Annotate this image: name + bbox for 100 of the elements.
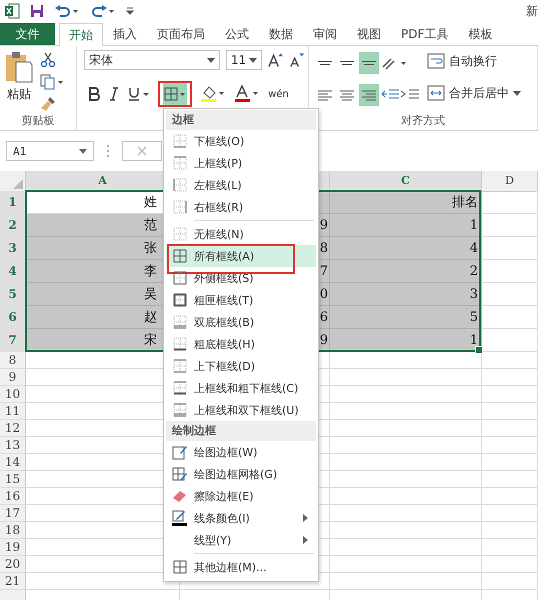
row-header[interactable]: 12 (0, 420, 26, 437)
border-icon (173, 403, 187, 417)
paintbrush-icon[interactable] (40, 96, 56, 112)
wrap-text-button[interactable]: 自动换行 (427, 50, 522, 72)
caret-icon[interactable] (79, 148, 87, 154)
caret-icon[interactable] (249, 58, 258, 62)
border-icon (173, 381, 187, 395)
ribbon-tab[interactable]: 开始 (59, 23, 103, 46)
window-title: 新 (526, 2, 538, 20)
table-cell (482, 454, 538, 471)
border-icon (173, 560, 187, 574)
ribbon-tab[interactable]: 插入 (103, 23, 147, 45)
row-header[interactable]: 11 (0, 403, 26, 420)
menu-item[interactable]: 其他边框(M)... (166, 556, 316, 578)
row-header[interactable]: 2 (0, 214, 26, 237)
merge-center-button[interactable]: 合并后居中 (427, 82, 522, 104)
row-header[interactable]: 3 (0, 237, 26, 260)
ribbon-tab[interactable]: 视图 (347, 23, 391, 45)
triangle-icon (13, 179, 23, 189)
align-center-icon (339, 90, 356, 100)
phonetic-guide-button[interactable]: wén (268, 88, 289, 100)
row-header[interactable]: 13 (0, 437, 26, 454)
font-name-dropdown[interactable]: 宋体 (84, 50, 220, 70)
caret-icon[interactable] (206, 58, 215, 62)
copy-icon[interactable] (40, 74, 64, 90)
italic-icon[interactable] (108, 87, 120, 101)
table-cell (482, 403, 538, 420)
menu-item[interactable]: 线条颜色(I) (166, 507, 316, 529)
ribbon-tab[interactable]: 数据 (259, 23, 303, 45)
border-icon (173, 271, 187, 285)
row-header[interactable]: 8 (0, 352, 26, 369)
table-cell (482, 306, 538, 329)
border-icon (173, 359, 187, 373)
column-header[interactable]: C (330, 171, 482, 192)
table-cell: 1 (330, 214, 482, 237)
align-bottom-button[interactable] (359, 52, 380, 74)
row-header[interactable]: 1 (0, 191, 26, 214)
fill-color-icon[interactable] (200, 85, 226, 103)
eraser-icon (172, 489, 188, 503)
customize-toolbar-icon[interactable] (126, 6, 134, 16)
ribbon-tab[interactable]: 模板 (458, 23, 502, 45)
row-header[interactable]: 6 (0, 306, 26, 329)
align-right-button[interactable] (359, 84, 380, 106)
row-header[interactable]: 16 (0, 488, 26, 505)
ribbon-tab[interactable]: 公式 (215, 23, 259, 45)
ribbon-tab[interactable]: 审阅 (303, 23, 347, 45)
row-header[interactable]: 14 (0, 454, 26, 471)
row-header[interactable]: 17 (0, 505, 26, 522)
align-middle-icon (339, 61, 356, 65)
font-size-dropdown[interactable]: 11 (226, 50, 262, 70)
row-header[interactable]: 5 (0, 283, 26, 306)
scissors-icon[interactable] (40, 52, 56, 68)
group-label: 剪贴板 (20, 113, 56, 128)
row-header[interactable]: 9 (0, 369, 26, 386)
row-header[interactable]: 15 (0, 471, 26, 488)
menu-item[interactable]: 线型(Y) (166, 529, 316, 551)
row-header[interactable]: 19 (0, 539, 26, 556)
menu-item[interactable]: 上框线和粗下框线(C) (166, 377, 316, 399)
row-header[interactable]: 4 (0, 260, 26, 283)
ribbon-tab[interactable]: 页面布局 (147, 23, 215, 45)
table-cell (482, 471, 538, 488)
font-color-icon[interactable] (234, 85, 260, 103)
excel-logo-icon (4, 3, 20, 19)
increase-font-size-icon[interactable] (268, 52, 284, 68)
menu-item[interactable]: 下框线(O) (166, 130, 316, 152)
row-header[interactable]: 18 (0, 522, 26, 539)
menu-item[interactable]: 绘图边框(W) (166, 441, 316, 463)
file-tab[interactable]: 文件 (0, 23, 55, 45)
table-cell (482, 539, 538, 556)
menu-item[interactable]: 上下框线(D) (166, 355, 316, 377)
column-header[interactable]: D (482, 171, 538, 192)
redo-icon[interactable] (90, 4, 116, 18)
name-box[interactable]: A1 (6, 141, 94, 161)
group-label: 对齐方式 (400, 113, 446, 128)
wrap-text-icon (427, 53, 446, 69)
menu-item[interactable]: 擦除边框(E) (166, 485, 316, 507)
table-cell (482, 386, 538, 403)
menu-item[interactable]: 绘图边框网格(G) (166, 463, 316, 485)
row-header[interactable]: 10 (0, 386, 26, 403)
table-cell (482, 214, 538, 237)
menu-item[interactable]: 上框线和双下框线(U) (166, 399, 316, 421)
table-cell (482, 260, 538, 283)
row-header[interactable]: 7 (0, 329, 26, 352)
undo-icon[interactable] (54, 4, 80, 18)
decrease-font-size-icon[interactable] (289, 52, 304, 68)
borders-button[interactable] (158, 81, 192, 107)
table-cell: 2 (330, 260, 482, 283)
drag-handle-icon[interactable] (106, 144, 110, 158)
row-header[interactable]: 20 (0, 556, 26, 573)
bold-icon[interactable] (88, 87, 100, 101)
border-icon (173, 200, 187, 214)
underline-icon[interactable] (128, 87, 150, 101)
align-right-icon (361, 90, 378, 100)
table-cell (482, 505, 538, 522)
border-icon (173, 249, 187, 263)
table-cell: 排名 (330, 191, 482, 214)
menu-item[interactable]: 上框线(P) (166, 152, 316, 174)
paste-button[interactable]: 粘贴 (4, 50, 34, 112)
row-header[interactable]: 21 (0, 573, 26, 590)
ribbon-tab[interactable]: PDF工具 (391, 23, 458, 45)
